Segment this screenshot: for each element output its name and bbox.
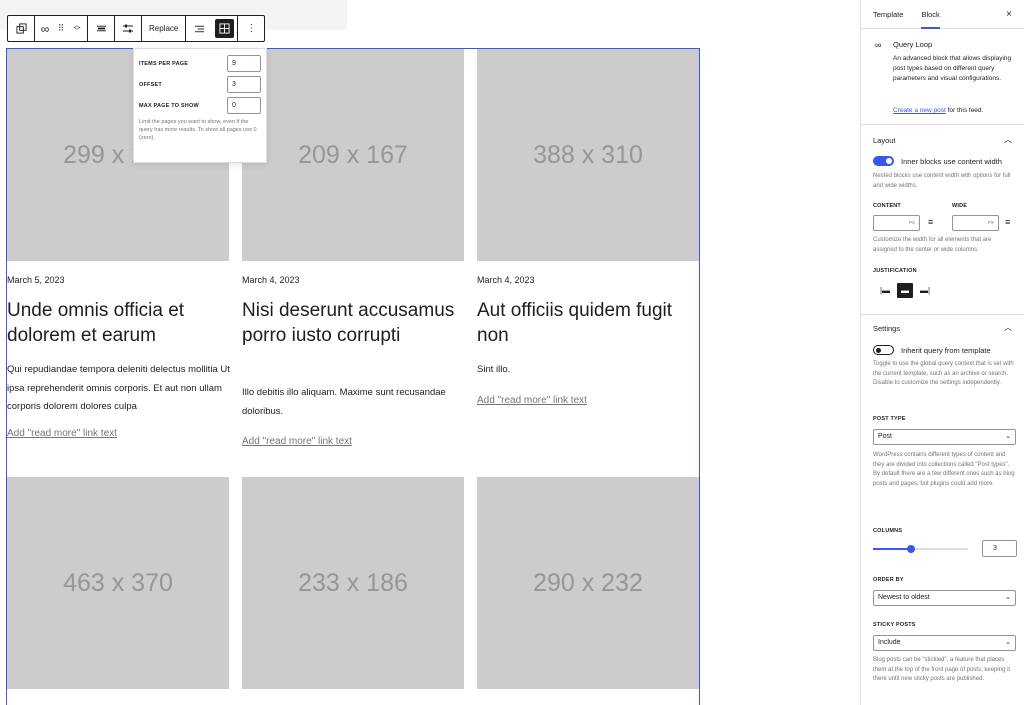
query-loop-icon[interactable]: ∞ xyxy=(37,16,53,41)
query-loop-icon: ∞ xyxy=(875,40,882,50)
max-page-input[interactable]: 0 xyxy=(227,97,261,114)
tab-template[interactable]: Template xyxy=(873,0,903,29)
columns-slider-fill xyxy=(873,548,911,550)
read-more-link[interactable]: Add "read more" link text xyxy=(477,395,587,406)
order-by-value: Newest to oldest xyxy=(878,594,930,601)
sticky-posts-select[interactable]: Include ⌄ xyxy=(873,635,1016,651)
post-item[interactable]: 463 x 370 xyxy=(7,477,229,689)
display-settings-icon[interactable] xyxy=(115,16,141,41)
justify-left-icon[interactable]: |▬ xyxy=(877,283,893,298)
inherit-query-help: Toggle to use the global query context t… xyxy=(873,361,1014,387)
post-item[interactable]: 209 x 167 xyxy=(242,49,464,261)
sticky-posts-help: Blog posts can be "stickied", a feature … xyxy=(873,657,1011,683)
replace-button[interactable]: Replace xyxy=(142,16,185,41)
tab-block[interactable]: Block xyxy=(921,0,940,29)
post-title[interactable]: Aut officiis quidem fugit non xyxy=(477,298,699,348)
grid-view-icon[interactable] xyxy=(215,19,235,38)
more-options-icon[interactable]: ⋮ xyxy=(238,16,264,41)
justification-label: JUSTIFICATION xyxy=(873,268,917,274)
inherit-query-toggle[interactable] xyxy=(873,345,894,355)
justify-center-icon[interactable]: ▬ xyxy=(897,283,913,298)
justify-icon[interactable] xyxy=(88,16,114,41)
list-view-icon[interactable] xyxy=(186,16,212,41)
inherit-query-label: Inherit query from template xyxy=(901,346,991,355)
block-description: An advanced block that allows displaying… xyxy=(893,55,1012,82)
post-date: March 4, 2023 xyxy=(477,275,535,285)
content-width-help: Nested blocks use content width with opt… xyxy=(873,173,1011,189)
create-new-post-link[interactable]: Create a new post xyxy=(893,107,946,114)
post-type-value: Post xyxy=(878,433,893,440)
order-by-label: ORDER BY xyxy=(873,577,904,583)
justify-right-icon[interactable]: ▬| xyxy=(917,283,933,298)
move-up-down-icon[interactable]: ︿ ﹀ xyxy=(69,16,85,41)
post-type-label: POST TYPE xyxy=(873,416,906,422)
chevron-down-icon: ⌄ xyxy=(1005,433,1011,440)
columns-label: COLUMNS xyxy=(873,528,903,534)
columns-slider-thumb[interactable] xyxy=(907,545,915,553)
featured-image-placeholder: 290 x 232 xyxy=(477,477,699,689)
post-item[interactable]: 388 x 310 xyxy=(477,49,699,261)
close-icon[interactable]: × xyxy=(1006,9,1012,20)
display-settings-popover: ITEMS PER PAGE 9 OFFSET 3 MAX PAGE TO SH… xyxy=(133,48,267,163)
post-type-select[interactable]: Post ⌄ xyxy=(873,429,1016,445)
content-width-input[interactable]: PX xyxy=(873,215,920,231)
divider xyxy=(861,124,1024,125)
sticky-posts-value: Include xyxy=(878,639,901,646)
layout-panel-title[interactable]: Layout xyxy=(873,136,896,145)
editor-canvas: ∞ ⠿ ︿ ﹀ Replace ⋮ ITEMS PER PAGE 9 OFFSE… xyxy=(0,0,860,705)
justification-group: |▬ ▬ ▬| xyxy=(877,283,933,298)
parent-block-icon[interactable] xyxy=(8,16,34,41)
chevron-down-icon: ⌄ xyxy=(1005,594,1011,601)
settings-panel-title[interactable]: Settings xyxy=(873,324,900,333)
items-per-page-label: ITEMS PER PAGE xyxy=(139,60,189,67)
create-post-suffix: for this feed. xyxy=(945,107,984,114)
settings-sidebar: Template Block × ∞ Query Loop An advance… xyxy=(860,0,1024,705)
content-width-label: Inner blocks use content width xyxy=(901,157,1002,166)
offset-input[interactable]: 3 xyxy=(227,76,261,93)
post-title[interactable]: Unde omnis officia et dolorem et earum xyxy=(7,298,229,348)
featured-image-placeholder: 209 x 167 xyxy=(242,49,464,261)
post-title[interactable]: Nisi deserunt accusamus porro iusto corr… xyxy=(242,298,464,348)
width-help: Customize the width for all elements tha… xyxy=(873,237,992,253)
featured-image-placeholder: 388 x 310 xyxy=(477,49,699,261)
chevron-down-icon: ⌄ xyxy=(1005,639,1011,646)
drag-handle-icon[interactable]: ⠿ xyxy=(53,16,69,41)
wide-label: WIDE xyxy=(952,203,968,209)
sticky-posts-label: STICKY POSTS xyxy=(873,622,916,628)
align-center-icon[interactable]: ≡ xyxy=(928,217,933,227)
featured-image-placeholder: 233 x 186 xyxy=(242,477,464,689)
post-item[interactable]: 233 x 186 xyxy=(242,477,464,689)
align-wide-icon[interactable]: ≡ xyxy=(1005,217,1010,227)
chevron-up-icon[interactable]: ︿ xyxy=(1004,134,1012,145)
content-label: CONTENT xyxy=(873,203,901,209)
post-type-help: WordPress contains different types of co… xyxy=(873,452,1015,488)
post-excerpt: Qui repudiandae tempora deleniti delectu… xyxy=(7,364,230,412)
post-date: March 5, 2023 xyxy=(7,275,65,285)
chevron-up-icon[interactable]: ︿ xyxy=(1004,322,1012,333)
post-date: March 4, 2023 xyxy=(242,275,300,285)
read-more-link[interactable]: Add "read more" link text xyxy=(242,436,352,447)
featured-image-placeholder: 463 x 370 xyxy=(7,477,229,689)
content-width-toggle[interactable] xyxy=(873,156,894,166)
block-toolbar: ∞ ⠿ ︿ ﹀ Replace ⋮ xyxy=(7,15,266,42)
post-item[interactable]: 290 x 232 xyxy=(477,477,699,689)
max-page-label: MAX PAGE TO SHOW xyxy=(139,102,199,109)
block-title: Query Loop xyxy=(893,40,933,49)
max-page-help: Limit the pages you want to show, even i… xyxy=(139,119,257,141)
columns-input[interactable]: 3 xyxy=(982,540,1017,557)
post-excerpt: Sint illo. xyxy=(477,364,511,375)
order-by-select[interactable]: Newest to oldest ⌄ xyxy=(873,590,1016,606)
divider xyxy=(861,314,1024,315)
wide-width-input[interactable]: PX xyxy=(952,215,999,231)
items-per-page-input[interactable]: 9 xyxy=(227,55,261,72)
sidebar-tabs: Template Block × xyxy=(861,0,1024,29)
read-more-link[interactable]: Add "read more" link text xyxy=(7,428,117,439)
columns-slider[interactable] xyxy=(873,545,968,553)
offset-label: OFFSET xyxy=(139,81,162,88)
create-post-text: Create a new post for this feed. xyxy=(893,107,983,114)
post-excerpt: Illo debitis illo aliquam. Maxime sunt r… xyxy=(242,387,446,417)
